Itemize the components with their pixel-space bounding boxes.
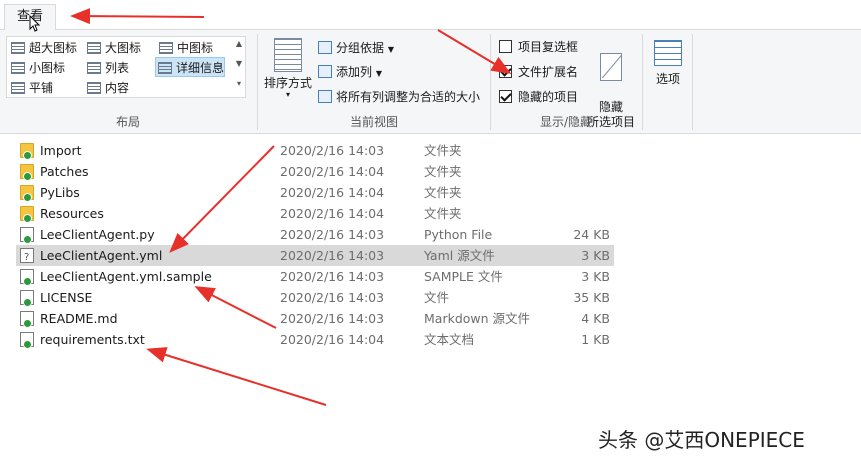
folder-icon	[20, 164, 34, 181]
current-view-group: 排序方式 ▾ 分组依据 ▼ 添加列 ▼ 将所有列调整为合适的大小 当前视图	[258, 30, 490, 134]
content-icon	[87, 82, 101, 94]
sync-ok-icon	[23, 235, 32, 244]
list-item[interactable]: README.md 2020/2/16 14:03 Markdown 源文件 4…	[16, 308, 614, 329]
large-icons-icon	[87, 42, 101, 54]
options-icon	[654, 40, 682, 66]
list-item[interactable]: Import 2020/2/16 14:03 文件夹	[16, 140, 614, 161]
options-button[interactable]: 选项	[650, 40, 686, 87]
list-item[interactable]: ? LeeClientAgent.yml 2020/2/16 14:03 Yam…	[16, 245, 614, 266]
hidden-items-toggle[interactable]: 隐藏的项目	[499, 87, 578, 107]
layout-small-icons[interactable]: 小图标	[9, 58, 65, 78]
sync-ok-icon	[23, 298, 32, 307]
sync-ok-icon	[23, 319, 32, 328]
size-all-columns-button[interactable]: 将所有列调整为合适的大小	[318, 87, 480, 107]
sync-ok-icon	[23, 193, 32, 202]
group-divider	[642, 34, 643, 130]
file-icon	[20, 269, 34, 286]
tiles-icon	[11, 82, 25, 94]
watermark: 头条 @艾西ONEPIECE	[598, 428, 805, 452]
show-hide-group: 项目复选框 文件扩展名 隐藏的项目 隐藏 所选项目 显示/隐藏	[491, 30, 641, 134]
list-item[interactable]: LeeClientAgent.yml.sample 2020/2/16 14:0…	[16, 266, 614, 287]
layout-tiles[interactable]: 平铺	[9, 78, 53, 98]
list-item[interactable]: Resources 2020/2/16 14:04 文件夹	[16, 203, 614, 224]
group-divider	[692, 34, 693, 130]
text-file-icon	[20, 332, 34, 349]
layout-list[interactable]: 列表	[85, 58, 129, 78]
show-hide-group-label: 显示/隐藏	[539, 115, 593, 129]
file-icon	[20, 311, 34, 328]
file-extensions-checkbox[interactable]	[499, 65, 512, 78]
details-icon	[158, 62, 172, 74]
folder-icon	[20, 206, 34, 223]
sync-ok-icon	[23, 172, 32, 181]
chevron-down-icon: ▾	[285, 90, 290, 99]
medium-icons-icon	[159, 42, 173, 54]
sync-ok-icon	[23, 151, 32, 160]
list-icon	[87, 62, 101, 74]
item-checkboxes-checkbox[interactable]	[499, 40, 512, 53]
size-columns-icon	[318, 90, 332, 103]
folder-icon	[20, 143, 34, 160]
list-item[interactable]: requirements.txt 2020/2/16 14:04 文本文档 1 …	[16, 329, 614, 350]
arrow-to-requirements	[146, 347, 327, 406]
layout-medium-icons[interactable]: 中图标	[157, 38, 213, 58]
python-file-icon	[20, 227, 34, 244]
sync-ok-icon	[23, 277, 32, 286]
list-item[interactable]: PyLibs 2020/2/16 14:04 文件夹	[16, 182, 614, 203]
layout-group: 超大图标 大图标 中图标 小图标 列表 详细信息 平铺 内容 ▲ ▼ ▾ 布局	[0, 30, 256, 134]
small-icons-icon	[11, 62, 25, 74]
mouse-cursor-icon	[29, 15, 41, 32]
add-columns-icon	[318, 65, 332, 78]
hidden-items-checkbox[interactable]	[499, 90, 512, 103]
folder-icon	[20, 185, 34, 202]
chevron-down-icon: ▼	[387, 45, 394, 54]
gallery-expand-icon[interactable]: ▾	[233, 79, 245, 88]
layout-details[interactable]: 详细信息	[155, 57, 226, 77]
layout-group-label: 布局	[115, 115, 140, 129]
list-item[interactable]: LeeClientAgent.py 2020/2/16 14:03 Python…	[16, 224, 614, 245]
file-extensions-toggle[interactable]: 文件扩展名	[499, 62, 578, 82]
group-by-icon	[318, 41, 332, 54]
sort-by-button[interactable]: 排序方式 ▾	[262, 38, 314, 99]
sort-icon	[274, 38, 302, 72]
current-view-group-label: 当前视图	[349, 115, 398, 129]
unknown-file-icon: ?	[20, 248, 34, 263]
gallery-scroll-down-icon[interactable]: ▼	[233, 59, 245, 68]
layout-content[interactable]: 内容	[85, 78, 129, 98]
layout-gallery: 超大图标 大图标 中图标 小图标 列表 详细信息 平铺 内容 ▲ ▼ ▾	[6, 36, 246, 98]
list-item[interactable]: LICENSE 2020/2/16 14:03 文件 35 KB	[16, 287, 614, 308]
extra-large-icons-icon	[11, 42, 25, 54]
ribbon-tab-strip: 查看	[0, 0, 861, 31]
chevron-down-icon: ▼	[375, 69, 382, 78]
layout-extra-large-icons[interactable]: 超大图标	[9, 38, 77, 58]
file-icon	[20, 290, 34, 307]
gallery-scroll-up-icon[interactable]: ▲	[233, 39, 245, 48]
hide-selected-icon	[600, 53, 622, 81]
sync-ok-icon	[23, 340, 32, 349]
add-columns-button[interactable]: 添加列 ▼	[318, 62, 382, 82]
layout-large-icons[interactable]: 大图标	[85, 38, 141, 58]
list-item[interactable]: Patches 2020/2/16 14:04 文件夹	[16, 161, 614, 182]
ribbon: 超大图标 大图标 中图标 小图标 列表 详细信息 平铺 内容 ▲ ▼ ▾ 布局 …	[0, 30, 861, 134]
group-by-button[interactable]: 分组依据 ▼	[318, 38, 394, 58]
sync-ok-icon	[23, 214, 32, 223]
item-checkboxes-toggle[interactable]: 项目复选框	[499, 37, 578, 57]
